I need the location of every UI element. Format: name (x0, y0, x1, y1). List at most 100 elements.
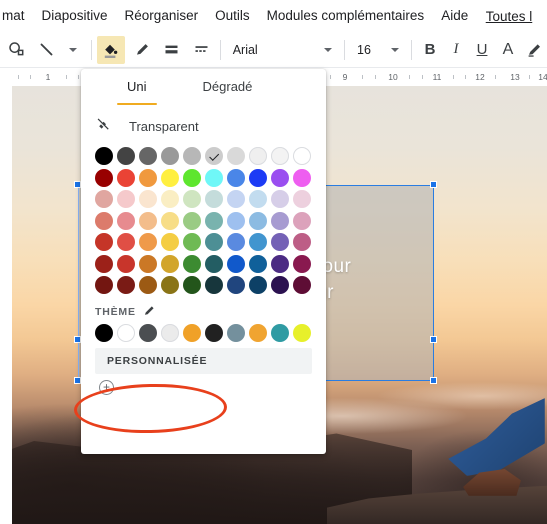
swatch[interactable] (161, 233, 179, 251)
resize-handle-top-right[interactable] (430, 181, 437, 188)
swatch[interactable] (271, 211, 289, 230)
swatch[interactable] (271, 276, 289, 294)
font-size-select[interactable]: 16 (350, 37, 406, 63)
swatch[interactable] (117, 211, 135, 230)
font-family-select[interactable]: Arial (226, 37, 339, 63)
swatch[interactable] (271, 168, 289, 187)
resize-handle-middle-right[interactable] (430, 336, 437, 343)
menu-item-diapositive[interactable]: Diapositive (33, 0, 116, 32)
swatch[interactable] (95, 276, 113, 294)
swatch[interactable] (117, 254, 135, 273)
transparent-option[interactable]: Transparent (81, 111, 326, 141)
swatch[interactable] (293, 168, 311, 187)
swatch[interactable] (95, 168, 113, 187)
swatch[interactable] (293, 254, 311, 273)
italic-button[interactable]: I (443, 36, 469, 64)
border-weight-icon[interactable] (159, 36, 185, 64)
theme-swatch[interactable] (249, 323, 267, 342)
swatch[interactable] (249, 276, 267, 294)
swatch[interactable] (227, 276, 245, 294)
resize-handle-top-left[interactable] (74, 181, 81, 188)
swatch[interactable] (183, 168, 201, 187)
tab-uni[interactable]: Uni (117, 69, 157, 105)
swatch[interactable] (271, 190, 289, 208)
pencil-icon[interactable] (143, 304, 156, 320)
theme-swatch[interactable] (139, 323, 157, 342)
swatch[interactable] (271, 254, 289, 273)
swatch[interactable] (227, 233, 245, 251)
menu-item-reorganiser[interactable]: Réorganiser (116, 0, 207, 32)
plus-circle-icon[interactable]: + (99, 379, 114, 395)
shape-icon[interactable] (4, 36, 30, 64)
theme-swatch[interactable] (161, 323, 179, 342)
swatch[interactable] (161, 276, 179, 294)
swatch[interactable] (271, 147, 289, 165)
swatch[interactable] (161, 254, 179, 273)
swatch[interactable] (249, 254, 267, 273)
swatch[interactable] (205, 190, 223, 208)
swatch[interactable] (227, 168, 245, 187)
swatch[interactable] (227, 211, 245, 230)
tab-degrade[interactable]: Dégradé (193, 69, 263, 105)
highlight-pen-icon[interactable] (521, 36, 547, 64)
resize-handle-middle-left[interactable] (74, 336, 81, 343)
menu-item-modules-complementaires[interactable]: Modules complémentaires (258, 0, 433, 32)
swatch[interactable] (205, 168, 223, 187)
swatch[interactable] (161, 168, 179, 187)
theme-swatch[interactable] (117, 323, 135, 342)
swatch[interactable] (139, 276, 157, 294)
swatch[interactable] (183, 254, 201, 273)
menu-item-outils[interactable]: Outils (207, 0, 259, 32)
swatch[interactable] (249, 168, 267, 187)
swatch[interactable] (117, 147, 135, 165)
line-icon[interactable] (34, 36, 60, 64)
menu-link-toutes-les-modifications[interactable]: Toutes l (477, 9, 533, 24)
text-color-button[interactable]: A (495, 36, 521, 64)
swatch[interactable] (293, 233, 311, 251)
swatch[interactable] (161, 190, 179, 208)
border-dash-icon[interactable] (189, 36, 215, 64)
swatch[interactable] (95, 233, 113, 251)
border-color-pen-icon[interactable] (129, 36, 155, 64)
swatch[interactable] (205, 276, 223, 294)
swatch[interactable] (139, 147, 157, 165)
swatch[interactable] (95, 147, 113, 165)
swatch[interactable] (227, 190, 245, 208)
fill-color-dropdown-panel[interactable]: Uni Dégradé Transparent THÈME PERSONNALI… (81, 69, 326, 454)
fill-color-icon[interactable] (96, 35, 126, 64)
theme-swatch[interactable] (227, 323, 245, 342)
theme-swatch[interactable] (271, 323, 289, 342)
menu-item-format[interactable]: mat (0, 0, 33, 32)
bold-button[interactable]: B (417, 36, 443, 64)
swatch[interactable] (293, 190, 311, 208)
swatch[interactable] (139, 254, 157, 273)
theme-swatch[interactable] (183, 323, 201, 342)
line-dropdown-chevron-down-icon[interactable] (60, 36, 86, 64)
theme-swatch[interactable] (205, 323, 223, 342)
swatch[interactable] (161, 211, 179, 230)
swatch[interactable] (95, 211, 113, 230)
swatch[interactable] (249, 147, 267, 165)
swatch[interactable] (205, 211, 223, 230)
custom-color-button[interactable]: PERSONNALISÉE (95, 347, 312, 374)
swatch[interactable] (183, 190, 201, 208)
swatch[interactable] (205, 233, 223, 251)
swatch[interactable] (293, 211, 311, 230)
theme-swatch[interactable] (95, 323, 113, 342)
swatch[interactable] (139, 233, 157, 251)
swatch[interactable] (249, 190, 267, 208)
swatch[interactable] (117, 168, 135, 187)
swatch[interactable] (117, 190, 135, 208)
swatch[interactable] (183, 147, 201, 165)
resize-handle-bottom-right[interactable] (430, 377, 437, 384)
swatch[interactable] (139, 168, 157, 187)
swatch[interactable] (293, 147, 311, 165)
swatch[interactable] (139, 190, 157, 208)
swatch[interactable] (271, 233, 289, 251)
swatch[interactable] (117, 276, 135, 294)
swatch[interactable] (161, 147, 179, 165)
swatch[interactable] (139, 211, 157, 230)
swatch[interactable] (205, 254, 223, 273)
swatch[interactable] (117, 233, 135, 251)
swatch[interactable] (183, 276, 201, 294)
